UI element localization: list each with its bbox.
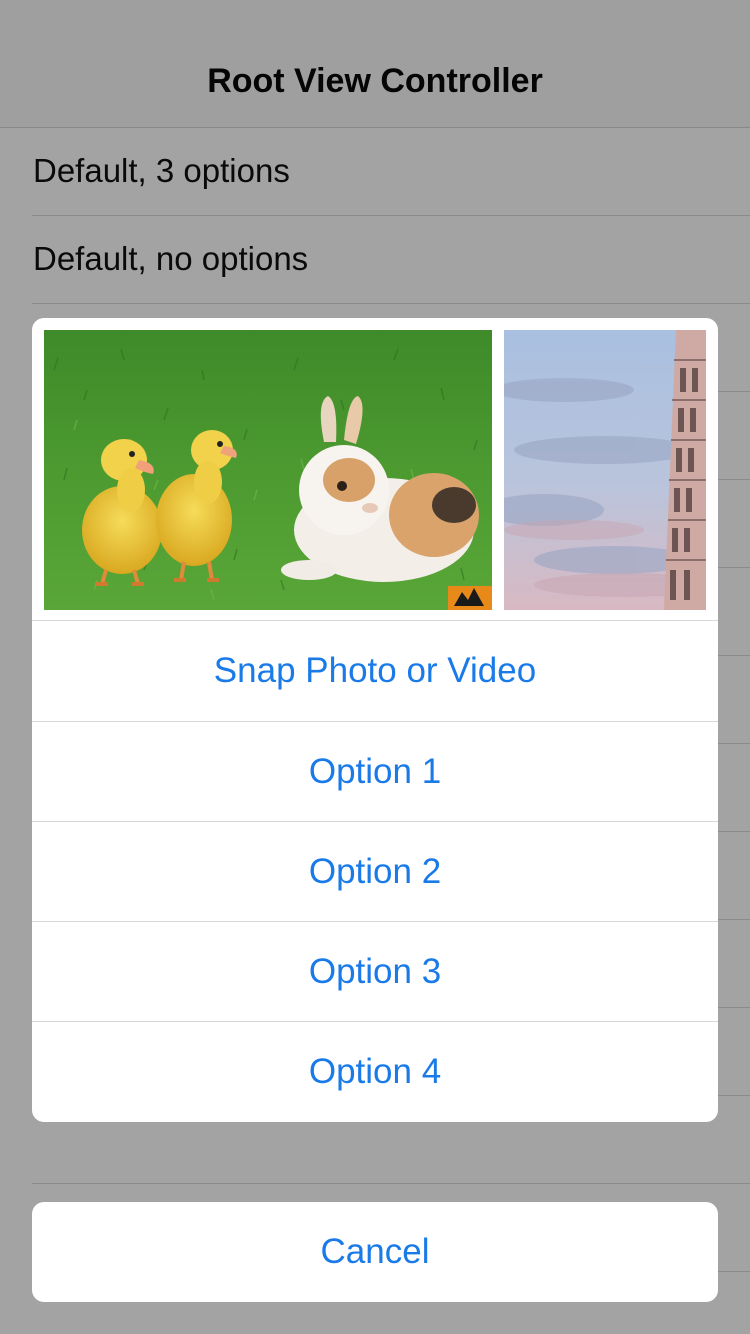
option-3-button[interactable]: Option 3: [32, 921, 718, 1021]
table-row-label: Default, 3 options: [33, 152, 290, 189]
snap-photo-button[interactable]: Snap Photo or Video: [32, 621, 718, 721]
leaning-tower-photo[interactable]: [504, 330, 706, 610]
screen: Root View Controller Default, 3 options …: [0, 0, 750, 1334]
action-sheet: Snap Photo or Video Option 1 Option 2 Op…: [32, 318, 718, 1122]
cancel-button[interactable]: Cancel: [32, 1202, 718, 1302]
table-row[interactable]: Default, no options: [0, 216, 750, 304]
option-2-button[interactable]: Option 2: [32, 821, 718, 921]
table-row-label: Default, no options: [33, 240, 309, 277]
option-4-button[interactable]: Option 4: [32, 1021, 718, 1121]
page-title: Root View Controller: [207, 62, 543, 100]
photo-strip[interactable]: [32, 318, 718, 621]
navigation-bar: Root View Controller: [0, 0, 750, 128]
ducklings-and-rabbit-photo[interactable]: [44, 330, 492, 610]
table-row[interactable]: Default, 3 options: [0, 128, 750, 216]
option-1-button[interactable]: Option 1: [32, 721, 718, 821]
